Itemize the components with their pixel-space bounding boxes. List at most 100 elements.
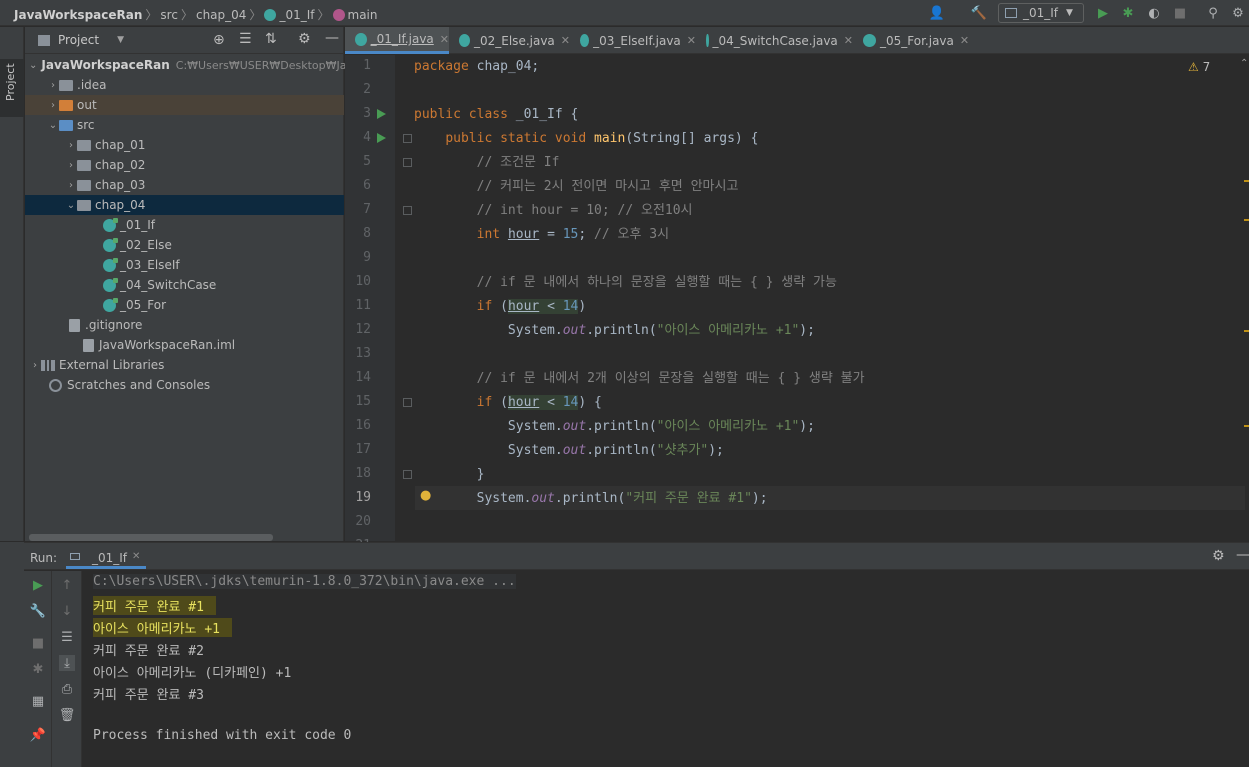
chevron-down-icon[interactable]: ▼ (117, 35, 124, 45)
fold-icon[interactable] (403, 134, 412, 143)
rerun-icon[interactable]: ▶ (30, 577, 46, 593)
project-view-icon (38, 34, 50, 46)
trash-icon[interactable]: 🗑 (59, 707, 76, 723)
tree-label: .idea (77, 78, 107, 92)
tree-item-03-elseif[interactable]: _03_ElseIf (25, 255, 344, 275)
breadcrumb-file[interactable]: _01_If (279, 8, 314, 22)
minimize-icon[interactable]: — (325, 30, 339, 46)
debug-icon[interactable]: ✱ (1119, 4, 1137, 22)
tree-label: _02_Else (120, 238, 172, 252)
chevron-right-icon[interactable]: › (47, 80, 59, 91)
tree-item-chap-04[interactable]: ⌄ chap_04 (25, 195, 344, 215)
run-config-icon (1005, 8, 1017, 18)
pin-icon[interactable]: 📌 (30, 727, 46, 743)
search-icon[interactable]: ⚲ (1204, 4, 1222, 22)
line-number: 2 (363, 82, 371, 97)
tab-02-else[interactable]: _02_Else.java ✕ (449, 27, 570, 54)
close-icon[interactable]: ✕ (960, 34, 969, 47)
tree-item-chap-03[interactable]: › chap_03 (25, 175, 344, 195)
arrow-up-icon[interactable]: ↑ (59, 577, 75, 593)
chevron-up-icon[interactable]: ⌃ (1240, 58, 1248, 69)
tree-item-project-root[interactable]: ⌄ JavaWorkspaceRan C:₩Users₩USER₩Desktop… (25, 55, 353, 75)
minimize-icon[interactable]: — (1236, 547, 1249, 563)
fold-icon[interactable] (403, 398, 412, 407)
close-icon[interactable]: ✕ (844, 34, 853, 47)
gear-icon[interactable]: ⚙ (1229, 4, 1247, 22)
user-icon[interactable]: 👤 (928, 4, 946, 22)
expand-all-icon[interactable]: ☰ (239, 31, 252, 47)
tree-label: _04_SwitchCase (120, 278, 217, 292)
bug-icon[interactable]: ✱ (30, 661, 46, 677)
tree-item-gitignore[interactable]: .gitignore (25, 315, 344, 335)
scroll-marker[interactable] (1244, 425, 1249, 427)
arrow-down-icon[interactable]: ↓ (59, 603, 75, 619)
run-gutter-icon[interactable] (377, 133, 386, 143)
tab-05-for[interactable]: _05_For.java ✕ (853, 27, 973, 54)
gear-icon[interactable]: ⚙ (298, 31, 311, 47)
project-panel-title[interactable]: Project (58, 33, 99, 47)
run-panel-label: Run: (30, 551, 58, 565)
close-icon[interactable]: ✕ (561, 34, 570, 47)
build-hammer-icon[interactable]: 🔨 (970, 4, 988, 22)
tab-run-01-if[interactable]: _01_If ✕ (66, 543, 146, 569)
breadcrumb-src[interactable]: src (160, 8, 178, 22)
scroll-to-end-icon[interactable]: ⤓ (59, 655, 75, 671)
tree-item-idea[interactable]: › .idea (25, 75, 344, 95)
tab-01-if[interactable]: _01_If.java ✕ (345, 27, 449, 54)
locate-icon[interactable]: ⊕ (213, 32, 225, 48)
tab-03-elseif[interactable]: _03_ElseIf.java ✕ (570, 27, 696, 54)
tab-04-switchcase[interactable]: _04_SwitchCase.java ✕ (696, 27, 853, 54)
tree-item-chap-01[interactable]: › chap_01 (25, 135, 344, 155)
stop-icon[interactable]: ■ (30, 635, 46, 651)
chevron-right-icon[interactable]: › (65, 180, 77, 191)
project-stripe-button[interactable]: Project (0, 59, 24, 117)
chevron-right-icon[interactable]: › (65, 160, 77, 171)
tree-item-chap-02[interactable]: › chap_02 (25, 155, 344, 175)
fold-icon[interactable] (403, 470, 412, 479)
scroll-marker[interactable] (1244, 330, 1249, 332)
chevron-down-icon[interactable]: ⌄ (29, 60, 37, 71)
tree-item-01-if[interactable]: _01_If (25, 215, 344, 235)
run-icon[interactable]: ▶ (1094, 4, 1112, 22)
layout-icon[interactable]: ▦ (30, 693, 46, 709)
breadcrumb-project[interactable]: JavaWorkspaceRan (14, 8, 142, 22)
tree-item-external-libraries[interactable]: › External Libraries (25, 355, 344, 375)
horizontal-scrollbar[interactable] (29, 534, 273, 541)
tree-item-src[interactable]: ⌄ src (25, 115, 344, 135)
close-icon[interactable]: ✕ (687, 34, 696, 47)
warnings-badge[interactable]: ⚠ 7 (1188, 60, 1210, 74)
tree-item-iml[interactable]: JavaWorkspaceRan.iml (25, 335, 344, 355)
close-icon[interactable]: ✕ (132, 551, 140, 562)
excluded-folder-icon (59, 99, 73, 111)
tree-item-02-else[interactable]: _02_Else (25, 235, 344, 255)
chevron-down-icon[interactable]: ⌄ (47, 120, 59, 131)
run-config-dropdown[interactable]: _01_If ▼ (998, 3, 1084, 23)
close-icon[interactable]: ✕ (440, 33, 449, 46)
fold-icon[interactable] (403, 206, 412, 215)
gear-icon[interactable]: ⚙ (1212, 548, 1225, 564)
chevron-right-icon[interactable]: › (65, 140, 77, 151)
tree-item-out[interactable]: › out (25, 95, 344, 115)
console-line: 커피 주문 완료 #1 (93, 596, 216, 615)
scroll-marker[interactable] (1244, 180, 1249, 182)
scroll-marker[interactable] (1244, 219, 1249, 221)
fold-icon[interactable] (403, 158, 412, 167)
tree-item-scratches[interactable]: Scratches and Consoles (25, 375, 344, 395)
coverage-icon[interactable]: ◐ (1145, 4, 1163, 22)
tree-item-04-switchcase[interactable]: _04_SwitchCase (25, 275, 344, 295)
chevron-right-icon[interactable]: › (29, 360, 41, 371)
breadcrumb-package[interactable]: chap_04 (196, 8, 246, 22)
stop-icon[interactable]: ■ (1171, 4, 1189, 22)
bottom-left-stripe (0, 542, 24, 767)
chevron-down-icon[interactable]: ⌄ (65, 200, 77, 211)
wrench-icon[interactable]: 🔧 (30, 603, 46, 619)
breadcrumb-method[interactable]: main (348, 8, 378, 22)
tree-item-05-for[interactable]: _05_For (25, 295, 344, 315)
project-panel: Project ▼ ⊕ ☰ ⇅ ⚙ — ⌄ JavaWorkspaceRan C… (25, 27, 353, 541)
chevron-right-icon[interactable]: › (47, 100, 59, 111)
soft-wrap-icon[interactable]: ☰ (59, 629, 75, 645)
run-gutter-icon[interactable] (377, 109, 386, 119)
print-icon[interactable]: ⎙ (59, 681, 75, 697)
collapse-all-icon[interactable]: ⇅ (265, 31, 277, 47)
tree-label: chap_02 (95, 158, 146, 172)
